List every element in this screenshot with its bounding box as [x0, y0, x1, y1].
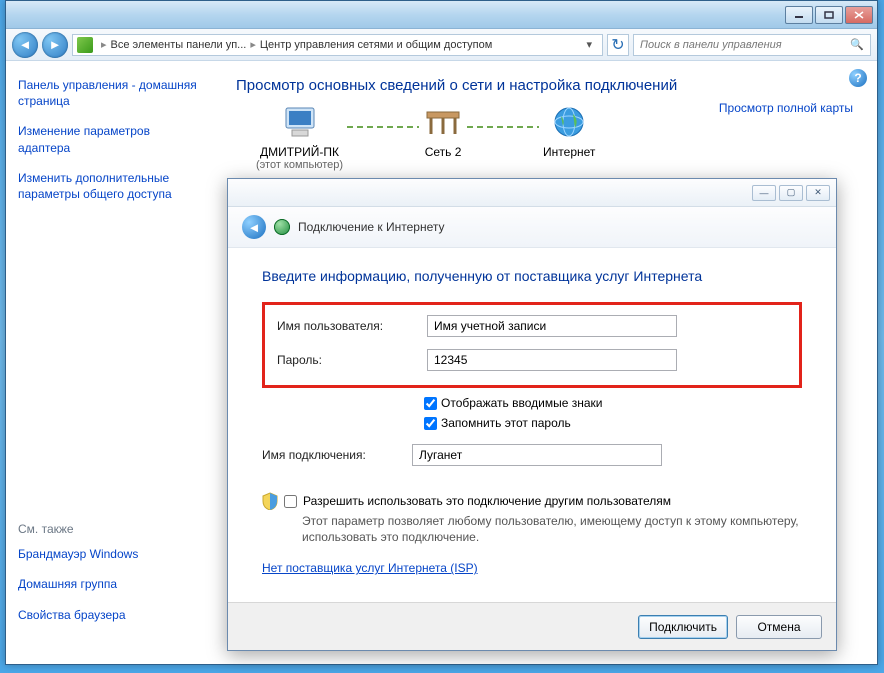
network-line-icon [467, 126, 539, 128]
remember-label: Запомнить этот пароль [441, 416, 571, 430]
connection-name-label: Имя подключения: [262, 448, 412, 462]
dialog-header: ◄ Подключение к Интернету [228, 207, 836, 248]
minimize-button[interactable] [785, 6, 813, 24]
dialog-close-button[interactable]: ✕ [806, 185, 830, 201]
node-internet-label: Интернет [543, 145, 595, 159]
dialog-heading: Введите информацию, полученную от постав… [262, 268, 802, 284]
show-chars-checkbox[interactable] [424, 397, 437, 410]
dialog-maximize-button[interactable]: ▢ [779, 185, 803, 201]
navigation-bar: ◄ ► ▸ Все элементы панели уп... ▸ Центр … [6, 29, 877, 61]
see-also-header: См. также [18, 522, 204, 536]
connection-dialog: — ▢ ✕ ◄ Подключение к Интернету Введите … [227, 178, 837, 651]
node-pc-label: ДМИТРИЙ-ПК [256, 145, 343, 159]
cancel-button[interactable]: Отмена [736, 615, 822, 639]
computer-icon [280, 106, 320, 140]
sidebar-firewall-link[interactable]: Брандмауэр Windows [18, 546, 204, 562]
highlighted-credentials-box: Имя пользователя: Пароль: [262, 302, 802, 388]
node-internet: Интернет [543, 106, 595, 171]
help-icon[interactable]: ? [849, 69, 867, 87]
address-bar[interactable]: ▸ Все элементы панели уп... ▸ Центр упра… [72, 34, 603, 56]
page-heading: Просмотр основных сведений о сети и наст… [236, 77, 857, 94]
sidebar: Панель управления - домашняя страница Из… [6, 61, 216, 664]
breadcrumb-part1[interactable]: Все элементы панели уп... [111, 39, 247, 51]
sidebar-home-link[interactable]: Панель управления - домашняя страница [18, 77, 204, 109]
full-map-link[interactable]: Просмотр полной карты [719, 101, 853, 115]
connect-button[interactable]: Подключить [638, 615, 728, 639]
address-dropdown-icon[interactable]: ▾ [580, 38, 598, 51]
refresh-button[interactable]: ↻ [607, 34, 629, 56]
forward-button[interactable]: ► [42, 32, 68, 58]
network-diagram: ДМИТРИЙ-ПК (этот компьютер) Сеть 2 Интер… [256, 106, 857, 171]
search-placeholder: Поиск в панели управления [640, 39, 782, 51]
bench-icon [423, 106, 463, 140]
sidebar-adapter-link[interactable]: Изменение параметров адаптера [18, 123, 204, 155]
dialog-back-button[interactable]: ◄ [242, 215, 266, 239]
sidebar-homegroup-link[interactable]: Домашняя группа [18, 576, 204, 592]
dialog-footer: Подключить Отмена [228, 602, 836, 650]
search-icon[interactable]: 🔍 [850, 38, 864, 51]
maximize-button[interactable] [815, 6, 843, 24]
dialog-body: Введите информацию, полученную от постав… [228, 248, 836, 577]
dialog-titlebar: — ▢ ✕ [228, 179, 836, 207]
node-pc-sublabel: (этот компьютер) [256, 159, 343, 171]
control-panel-icon [77, 37, 93, 53]
username-input[interactable] [427, 315, 677, 337]
window-titlebar [6, 1, 877, 29]
sidebar-browser-link[interactable]: Свойства браузера [18, 607, 204, 623]
globe-icon [274, 219, 290, 235]
connection-name-input[interactable] [412, 444, 662, 466]
show-chars-label: Отображать вводимые знаки [441, 396, 602, 410]
search-input[interactable]: Поиск в панели управления 🔍 [633, 34, 871, 56]
sidebar-sharing-link[interactable]: Изменить дополнительные параметры общего… [18, 170, 204, 202]
password-label: Пароль: [277, 353, 427, 367]
globe-icon [549, 106, 589, 140]
dialog-title: Подключение к Интернету [298, 220, 445, 234]
node-network-label: Сеть 2 [423, 145, 463, 159]
allow-others-label: Разрешить использовать это подключение д… [303, 494, 671, 508]
allow-others-description: Этот параметр позволяет любому пользоват… [302, 513, 802, 545]
no-isp-link[interactable]: Нет поставщика услуг Интернета (ISP) [262, 561, 478, 575]
shield-icon [262, 492, 278, 510]
username-label: Имя пользователя: [277, 319, 427, 333]
back-button[interactable]: ◄ [12, 32, 38, 58]
node-this-pc: ДМИТРИЙ-ПК (этот компьютер) [256, 106, 343, 171]
close-button[interactable] [845, 6, 873, 24]
network-line-icon [347, 126, 419, 128]
remember-checkbox[interactable] [424, 417, 437, 430]
node-network: Сеть 2 [423, 106, 463, 171]
breadcrumb-part2[interactable]: Центр управления сетями и общим доступом [260, 39, 492, 51]
allow-others-checkbox[interactable] [284, 495, 297, 508]
dialog-minimize-button[interactable]: — [752, 185, 776, 201]
password-input[interactable] [427, 349, 677, 371]
